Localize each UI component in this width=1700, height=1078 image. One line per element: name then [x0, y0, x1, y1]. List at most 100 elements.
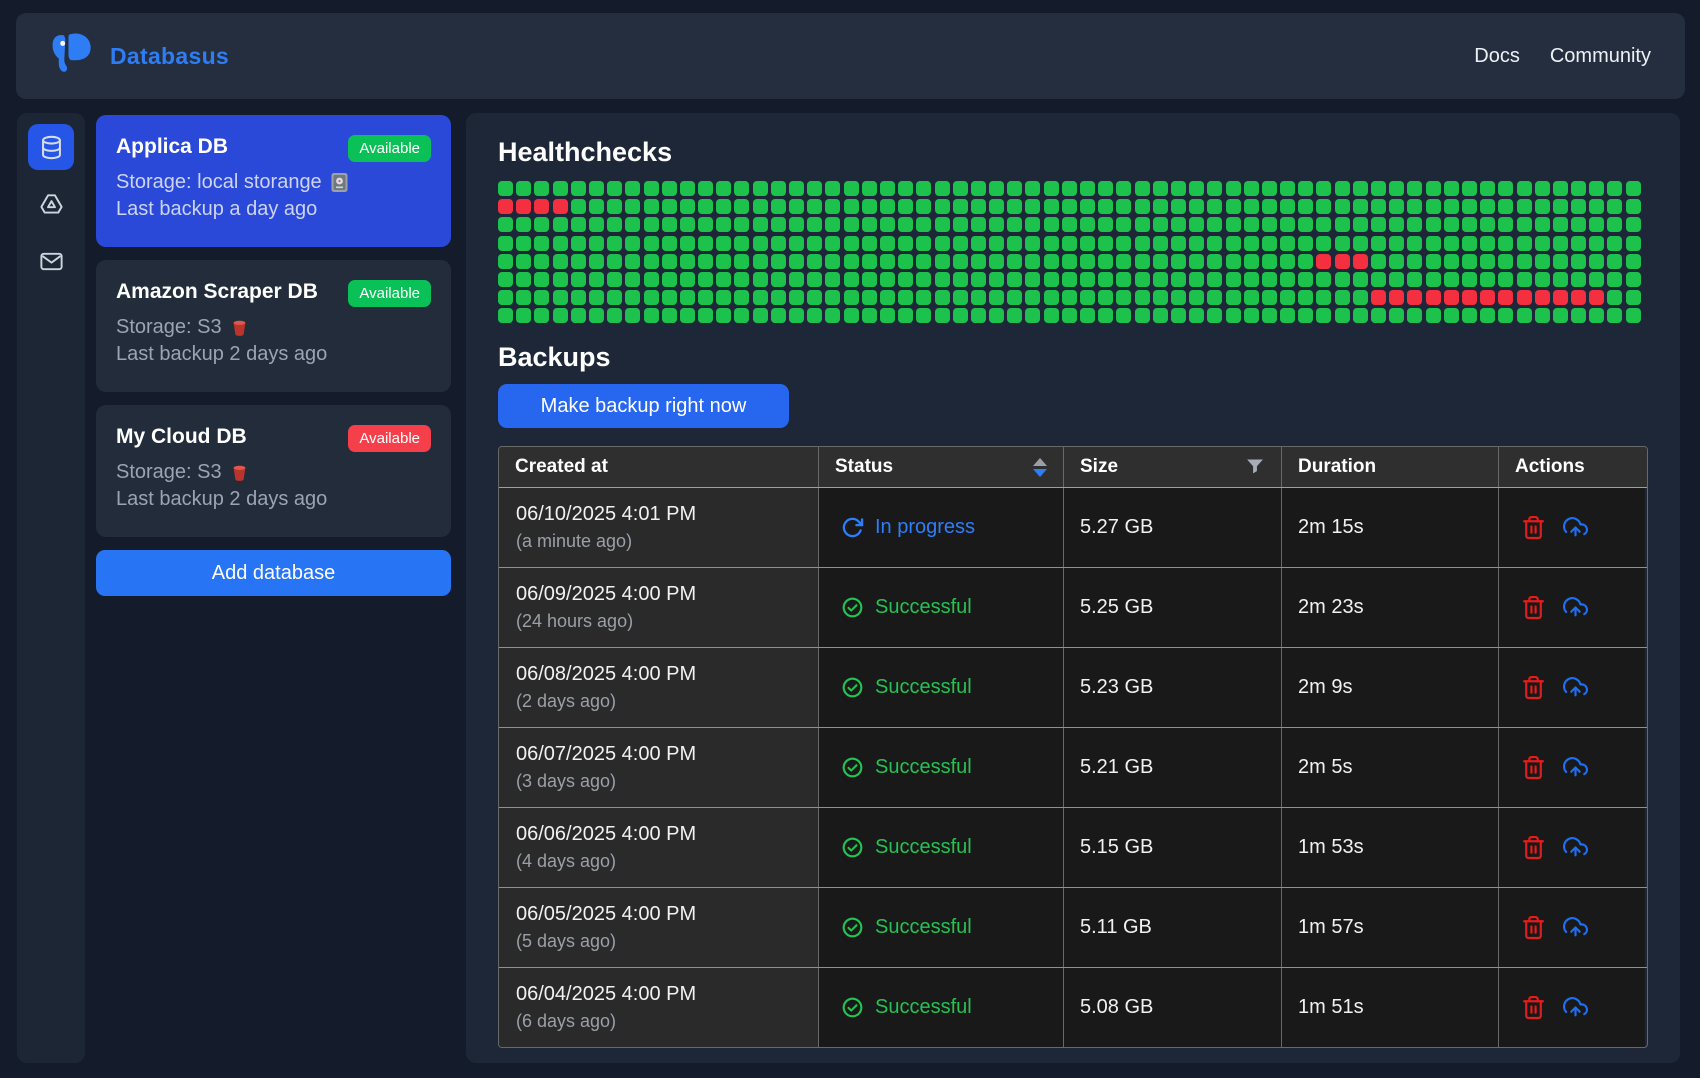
brand[interactable]: Databasus [50, 31, 229, 82]
healthcheck-grid [498, 181, 1648, 323]
delete-backup-button[interactable] [1521, 675, 1546, 700]
healthcheck-cell-ok [844, 181, 859, 196]
nav-link-community[interactable]: Community [1550, 45, 1651, 68]
cell-created-at: 06/10/2025 4:01 PM (a minute ago) [499, 488, 819, 567]
healthcheck-cell-ok [1226, 254, 1241, 269]
healthcheck-cell-ok [1007, 181, 1022, 196]
healthcheck-cell-ok [1498, 308, 1513, 323]
database-card[interactable]: Amazon Scraper DB Available Storage: S3 … [96, 260, 451, 392]
table-row: 06/04/2025 4:00 PM (6 days ago) Successf… [499, 968, 1647, 1047]
delete-backup-button[interactable] [1521, 755, 1546, 780]
healthcheck-cell-ok [1098, 254, 1113, 269]
healthcheck-cell-ok [1080, 272, 1095, 287]
download-backup-button[interactable] [1563, 995, 1588, 1020]
healthcheck-cell-ok [1407, 272, 1422, 287]
healthcheck-cell-ok [1571, 181, 1586, 196]
healthcheck-cell-ok [1298, 181, 1313, 196]
healthcheck-cell-ok [753, 236, 768, 251]
sidebar-item-databases[interactable] [28, 124, 74, 170]
database-last-backup: Last backup a day ago [116, 198, 431, 221]
healthcheck-cell-ok [1607, 308, 1622, 323]
healthcheck-cell-ok [698, 290, 713, 305]
download-backup-button[interactable] [1563, 515, 1588, 540]
healthcheck-cell-ok [771, 308, 786, 323]
healthcheck-cell-ok [862, 254, 877, 269]
column-header-size[interactable]: Size [1064, 447, 1282, 487]
add-database-button[interactable]: Add database [96, 550, 451, 596]
healthcheck-cell-ok [1080, 217, 1095, 232]
column-header-status[interactable]: Status [819, 447, 1064, 487]
healthcheck-cell-ok [1626, 217, 1641, 232]
filter-icon[interactable] [1245, 457, 1265, 477]
healthcheck-cell-ok [734, 254, 749, 269]
healthcheck-cell-ok [1080, 308, 1095, 323]
healthcheck-cell-ok [716, 272, 731, 287]
success-check-icon [841, 836, 864, 859]
healthcheck-cell-ok [1098, 272, 1113, 287]
sort-icon[interactable] [1033, 458, 1047, 477]
healthcheck-cell-ok [862, 181, 877, 196]
healthcheck-cell-ok [553, 181, 568, 196]
healthcheck-cell-ok [1153, 199, 1168, 214]
healthcheck-cell-ok [880, 217, 895, 232]
healthcheck-cell-failed [1462, 290, 1477, 305]
healthcheck-cell-ok [1280, 290, 1295, 305]
make-backup-button[interactable]: Make backup right now [498, 384, 789, 428]
database-card[interactable]: My Cloud DB Available Storage: S3 Last b… [96, 405, 451, 537]
healthcheck-cell-ok [789, 290, 804, 305]
healthcheck-cell-ok [589, 254, 604, 269]
healthcheck-cell-ok [1025, 254, 1040, 269]
healthcheck-cell-ok [1153, 217, 1168, 232]
healthcheck-cell-ok [935, 236, 950, 251]
healthcheck-cell-ok [880, 199, 895, 214]
healthcheck-cell-ok [1135, 236, 1150, 251]
healthcheck-cell-ok [1007, 254, 1022, 269]
healthcheck-cell-ok [716, 308, 731, 323]
healthcheck-cell-ok [953, 181, 968, 196]
healthcheck-cell-ok [1407, 308, 1422, 323]
healthcheck-cell-ok [1116, 199, 1131, 214]
cell-status: Successful [819, 568, 1064, 647]
database-card[interactable]: Applica DB Available Storage: local stor… [96, 115, 451, 247]
healthcheck-cell-ok [680, 272, 695, 287]
cell-actions [1499, 888, 1645, 967]
healthcheck-cell-ok [1244, 290, 1259, 305]
backup-date: 06/06/2025 4:00 PM [516, 823, 696, 846]
delete-backup-button[interactable] [1521, 595, 1546, 620]
nav-link-docs[interactable]: Docs [1474, 45, 1520, 68]
delete-backup-button[interactable] [1521, 915, 1546, 940]
healthcheck-cell-ok [935, 181, 950, 196]
healthcheck-cell-ok [553, 217, 568, 232]
healthcheck-cell-ok [516, 236, 531, 251]
download-backup-button[interactable] [1563, 675, 1588, 700]
healthcheck-cell-ok [516, 181, 531, 196]
healthcheck-cell-ok [680, 254, 695, 269]
healthcheck-cell-ok [1480, 236, 1495, 251]
column-header-duration: Duration [1282, 447, 1499, 487]
healthcheck-cell-ok [1571, 236, 1586, 251]
delete-backup-button[interactable] [1521, 995, 1546, 1020]
download-backup-button[interactable] [1563, 915, 1588, 940]
healthcheck-cell-ok [1517, 254, 1532, 269]
cell-status: In progress [819, 488, 1064, 567]
healthcheck-cell-ok [1389, 254, 1404, 269]
app-title: Databasus [110, 43, 229, 70]
cell-duration: 2m 5s [1282, 728, 1499, 807]
healthcheck-cell-ok [1116, 308, 1131, 323]
sidebar-item-storages[interactable] [28, 181, 74, 227]
backup-date: 06/05/2025 4:00 PM [516, 903, 696, 926]
healthcheck-cell-ok [1262, 254, 1277, 269]
healthcheck-cell-ok [1025, 272, 1040, 287]
healthcheck-cell-failed [1480, 290, 1495, 305]
download-backup-button[interactable] [1563, 755, 1588, 780]
download-backup-button[interactable] [1563, 595, 1588, 620]
healthcheck-cell-ok [935, 290, 950, 305]
sidebar-item-notifications[interactable] [28, 238, 74, 284]
download-backup-button[interactable] [1563, 835, 1588, 860]
cell-created-at: 06/07/2025 4:00 PM (3 days ago) [499, 728, 819, 807]
delete-backup-button[interactable] [1521, 835, 1546, 860]
column-header-created-at: Created at [499, 447, 819, 487]
healthcheck-cell-ok [1480, 254, 1495, 269]
delete-backup-button[interactable] [1521, 515, 1546, 540]
healthcheck-cell-ok [498, 308, 513, 323]
